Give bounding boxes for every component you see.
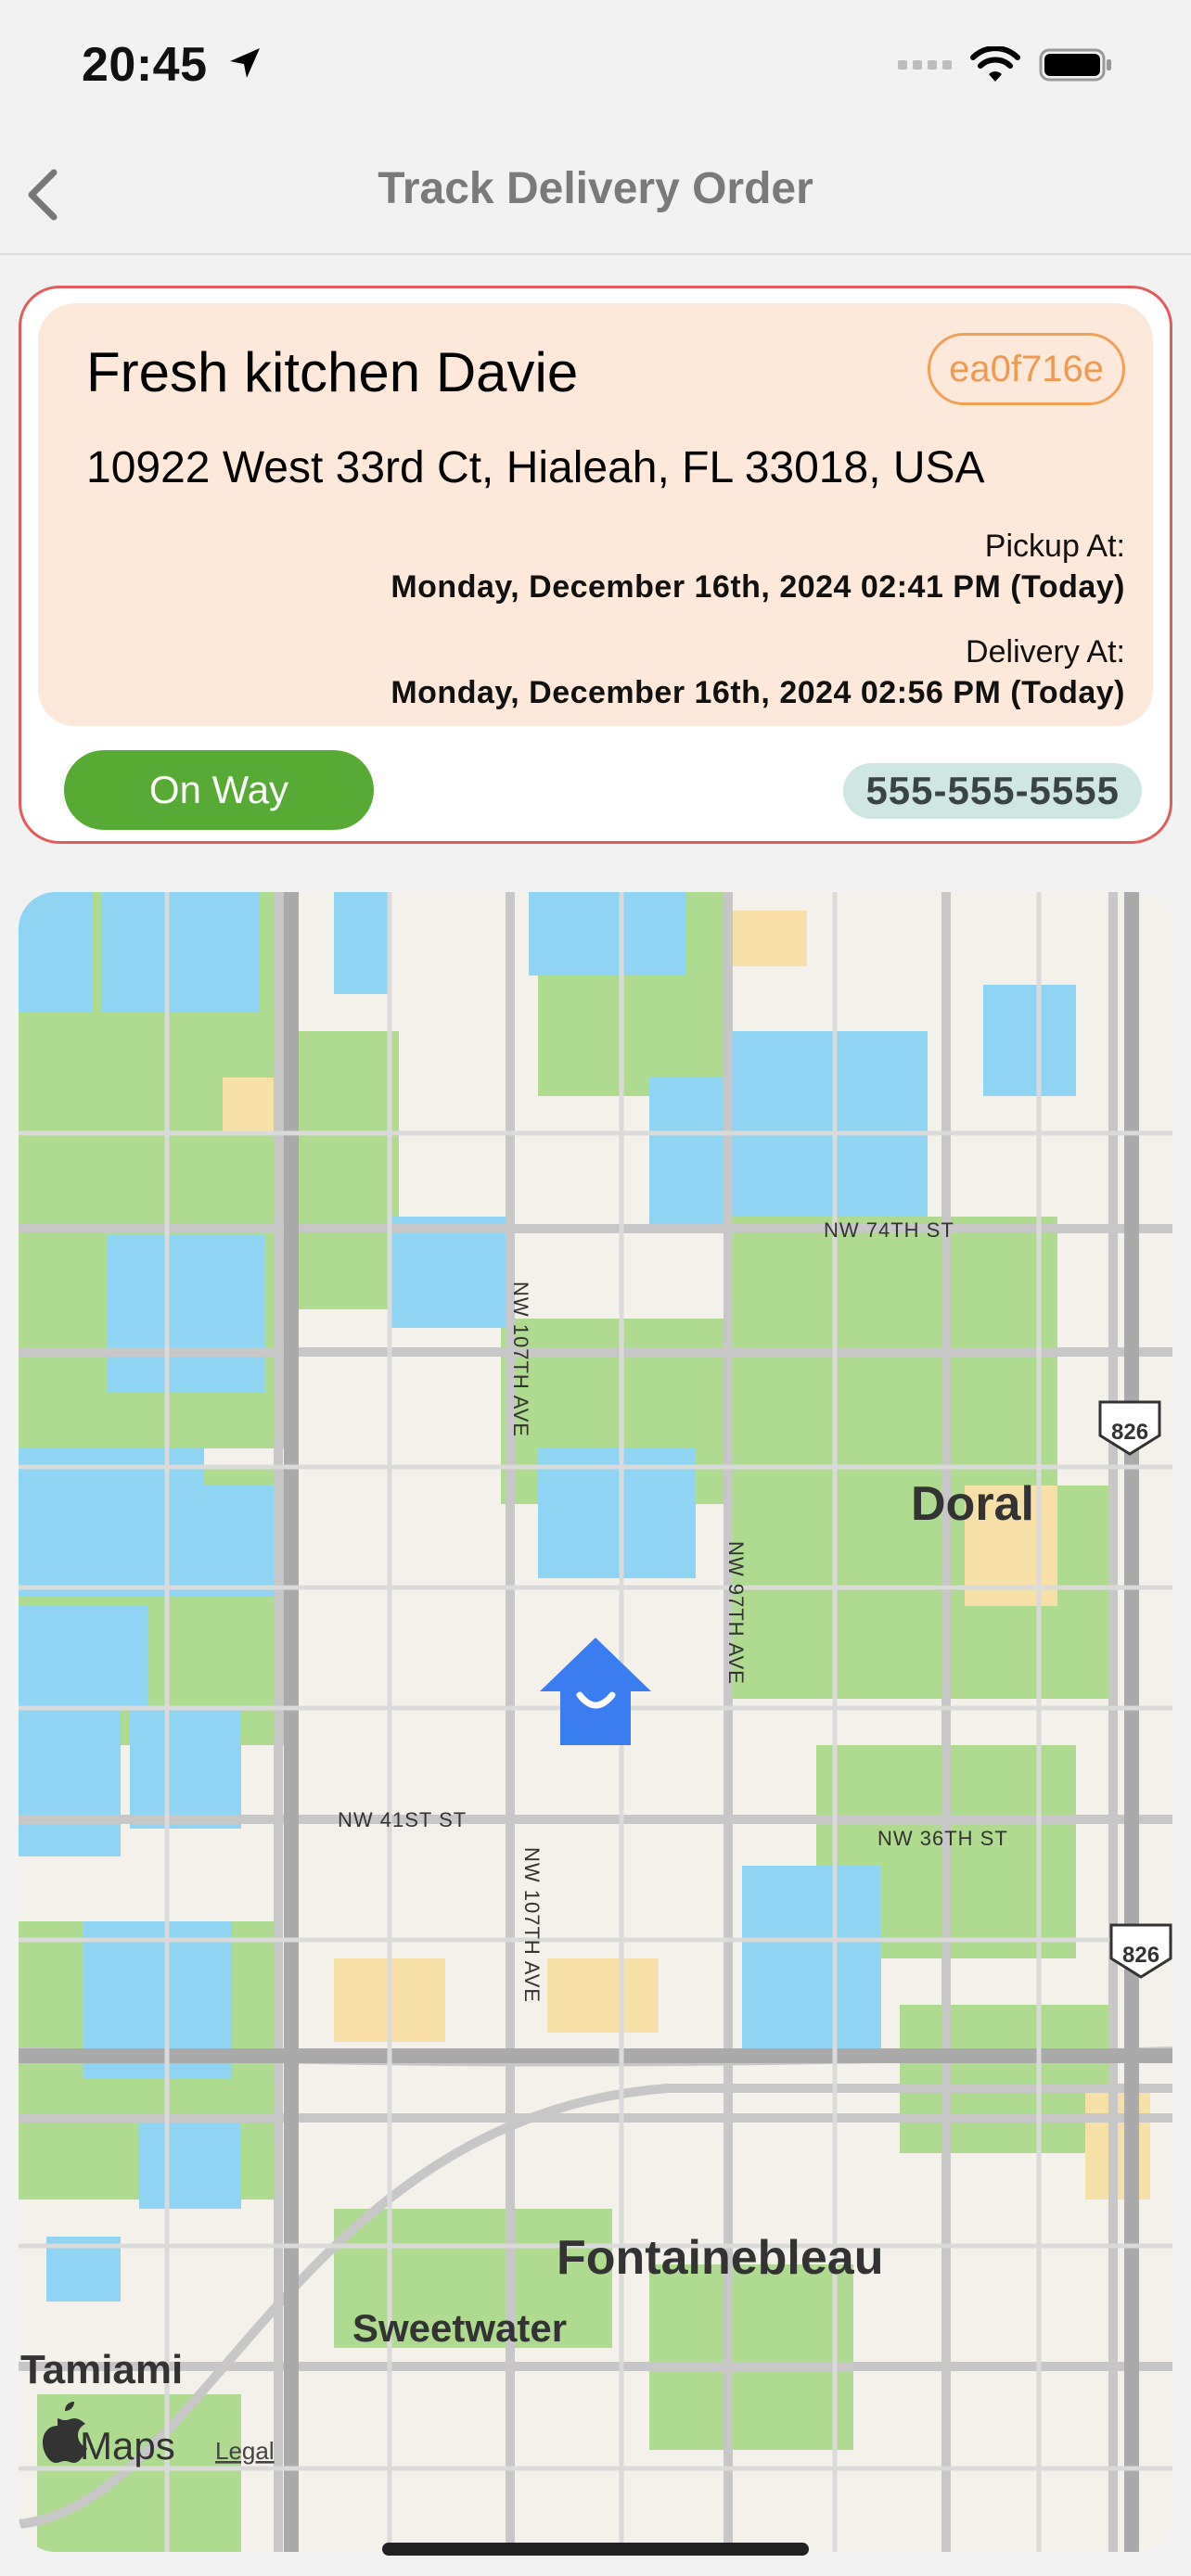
- order-status-badge: On Way: [64, 750, 374, 830]
- map-label-doral: Doral: [911, 1477, 1034, 1531]
- delivery-map[interactable]: NW 74TH ST NW 107TH AVE NW 97TH AVE NW 4…: [19, 892, 1172, 2552]
- shop-name: Fresh kitchen Davie: [86, 341, 579, 403]
- cellular-signal-icon: [898, 60, 952, 70]
- order-times: Pickup At: Monday, December 16th, 2024 0…: [391, 526, 1125, 713]
- map-label-nw36: NW 36TH ST: [877, 1827, 1008, 1850]
- map-label-sweetwater: Sweetwater: [352, 2306, 567, 2350]
- map-label-nw107b: NW 107TH AVE: [520, 1847, 544, 2003]
- map-label-tamiami: Tamiami: [20, 2347, 183, 2392]
- status-bar: 20:45: [0, 0, 1191, 139]
- order-card[interactable]: Fresh kitchen Davie ea0f716e 10922 West …: [19, 286, 1172, 844]
- map-label-fontainebleau: Fontainebleau: [557, 2231, 883, 2285]
- status-indicators: [898, 46, 1113, 83]
- navigation-bar: Track Delivery Order: [0, 139, 1191, 255]
- map-label-nw41: NW 41ST ST: [338, 1808, 467, 1831]
- map-label-nw74: NW 74TH ST: [824, 1218, 954, 1242]
- location-arrow-icon: [230, 48, 260, 78]
- home-indicator[interactable]: [382, 2543, 809, 2556]
- legal-link[interactable]: Legal: [215, 2437, 275, 2465]
- delivery-address: 10922 West 33rd Ct, Hialeah, FL 33018, U…: [86, 443, 985, 492]
- wifi-icon: [970, 46, 1020, 82]
- map-label-nw97: NW 97TH AVE: [724, 1541, 748, 1685]
- delivery-label: Delivery At:: [966, 634, 1125, 670]
- phone-number-button[interactable]: 555-555-5555: [843, 763, 1142, 819]
- order-id-badge: ea0f716e: [928, 333, 1125, 405]
- page-title: Track Delivery Order: [378, 164, 813, 213]
- map-label-826b: 826: [1122, 1943, 1159, 1968]
- order-details-panel: Fresh kitchen Davie ea0f716e 10922 West …: [38, 303, 1153, 726]
- status-time: 20:45: [82, 38, 208, 92]
- map-label-826a: 826: [1111, 1420, 1148, 1445]
- battery-icon: [1039, 48, 1111, 82]
- pickup-time: Monday, December 16th, 2024 02:41 PM (To…: [391, 569, 1125, 605]
- map-label-nw107a: NW 107TH AVE: [509, 1282, 532, 1437]
- map-canvas[interactable]: NW 74TH ST NW 107TH AVE NW 97TH AVE NW 4…: [19, 892, 1172, 2552]
- maps-logo-text: Maps: [80, 2424, 175, 2468]
- delivery-time: Monday, December 16th, 2024 02:56 PM (To…: [391, 675, 1125, 710]
- pickup-label: Pickup At:: [984, 529, 1125, 564]
